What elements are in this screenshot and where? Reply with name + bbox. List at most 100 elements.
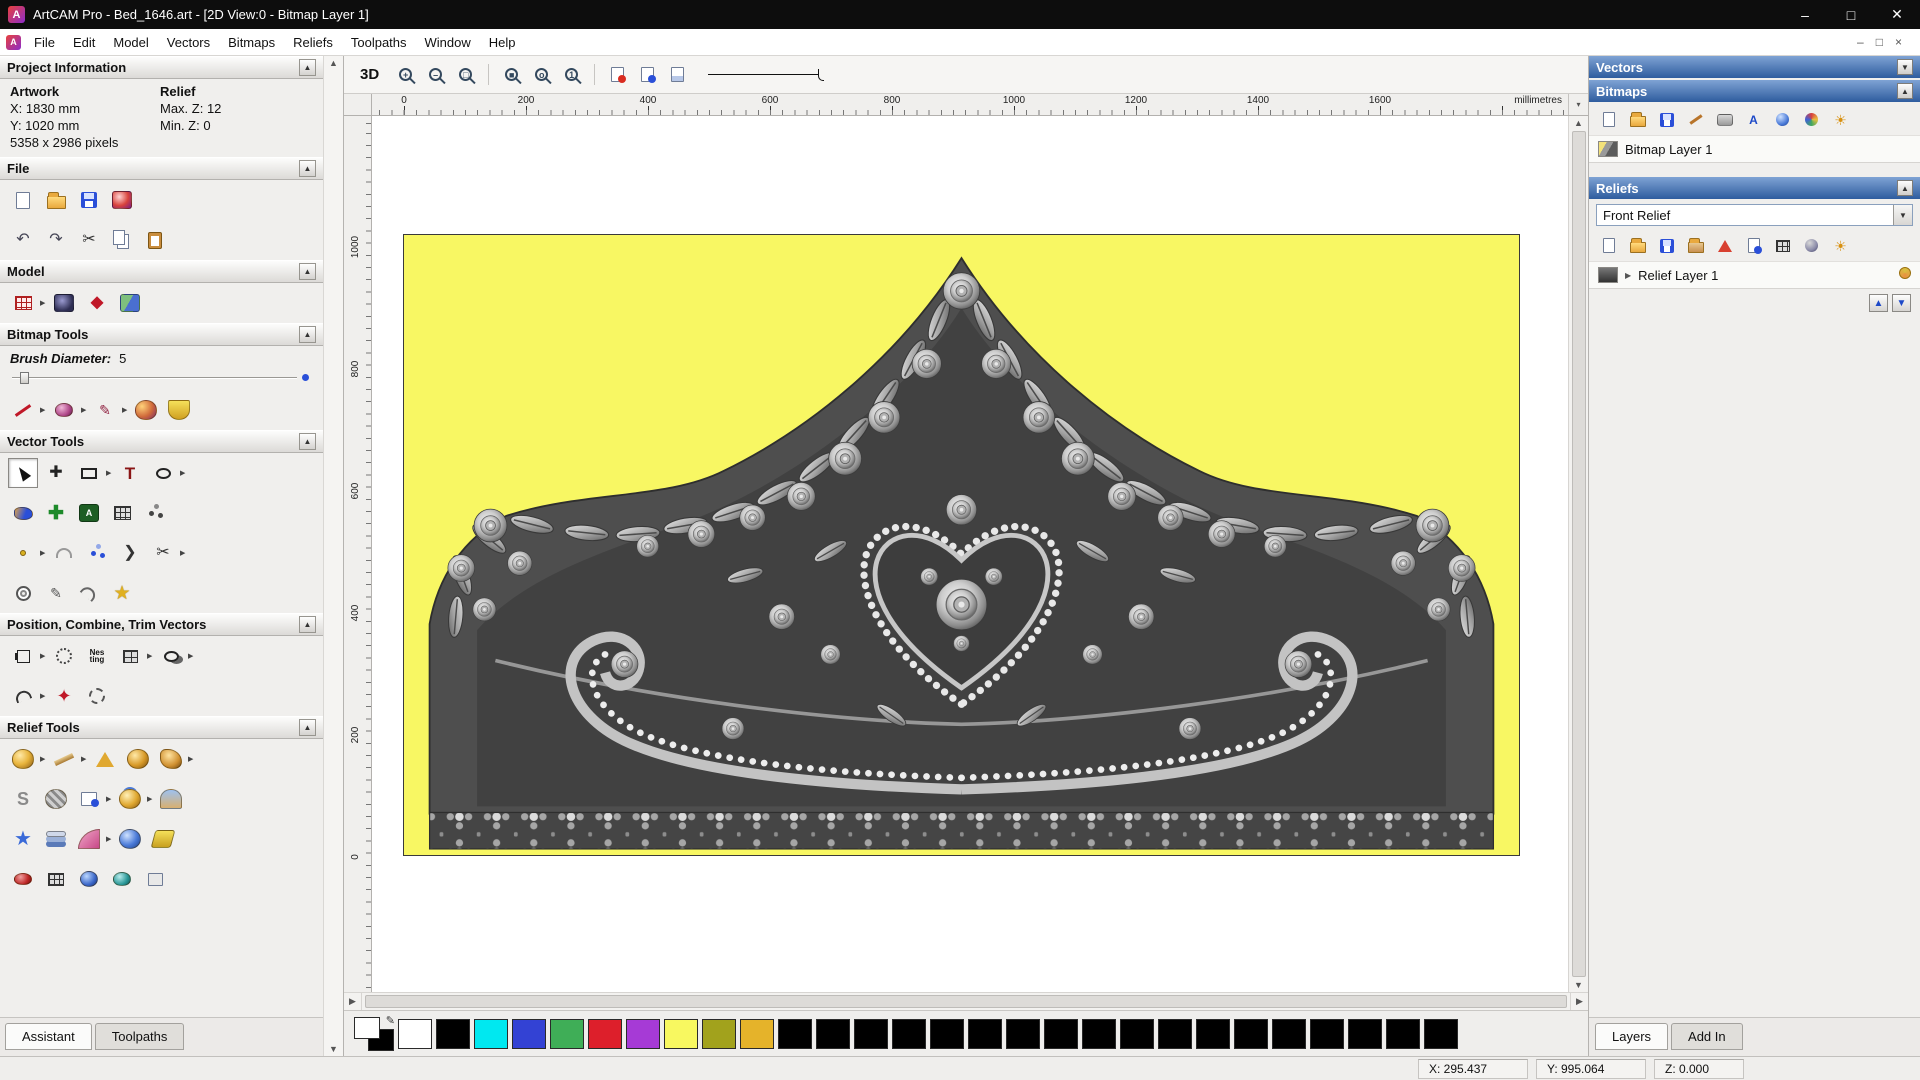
create-rectangle-icon[interactable] [74, 458, 104, 488]
relief-layer-row[interactable]: ▶ Relief Layer 1 [1589, 261, 1920, 289]
layer-colour-icon[interactable] [1899, 267, 1911, 283]
menu-toolpaths[interactable]: Toolpaths [342, 31, 416, 54]
expand-right-icon[interactable]: ▶ [1625, 271, 1631, 280]
collapse-icon[interactable]: ▲ [1897, 83, 1913, 99]
scroll-up-icon[interactable]: ▲ [1574, 118, 1583, 128]
move-layer-up-icon[interactable]: ▲ [1869, 294, 1888, 312]
mirror-model-icon[interactable]: ◆ [82, 288, 112, 318]
flyout-icon[interactable]: ▶ [40, 755, 47, 763]
flyout-icon[interactable]: ▶ [147, 795, 154, 803]
palette-swatch[interactable] [474, 1018, 508, 1049]
rotate-copy-icon[interactable] [49, 641, 79, 671]
palette-swatch[interactable] [740, 1018, 774, 1049]
brush-diameter-slider[interactable] [12, 370, 311, 386]
red-shape-icon[interactable] [8, 864, 38, 894]
open-bitmap-layer-icon[interactable] [1625, 108, 1650, 131]
layer-stack-icon[interactable] [41, 824, 71, 854]
scroll-down-icon[interactable]: ▼ [329, 1044, 338, 1054]
sphere-layer-icon[interactable] [1799, 234, 1824, 257]
cut-icon[interactable]: ✂ [74, 225, 104, 255]
palette-swatch[interactable] [1234, 1018, 1268, 1049]
palette-swatch[interactable] [930, 1018, 964, 1049]
angle-relief-icon[interactable] [90, 744, 120, 774]
drop-sphere-icon[interactable] [115, 784, 145, 814]
select-vectors-icon[interactable] [8, 458, 38, 488]
palette-swatch[interactable] [1082, 1018, 1116, 1049]
offset-relief-icon[interactable] [148, 824, 178, 854]
zoom-scale-icon[interactable]: 1 [558, 62, 585, 87]
create-star-icon[interactable]: ★ [107, 578, 137, 608]
create-cross-icon[interactable]: ✚ [41, 498, 71, 528]
preview-relief-icon[interactable] [664, 62, 691, 87]
undo-icon[interactable]: ↶ [8, 225, 38, 255]
palette-swatch[interactable] [1196, 1018, 1230, 1049]
collapse-icon[interactable]: ▲ [299, 616, 316, 633]
menu-bitmaps[interactable]: Bitmaps [219, 31, 284, 54]
create-polyline-icon[interactable] [8, 498, 38, 528]
flyout-icon[interactable]: ▶ [122, 406, 129, 414]
load-image-icon[interactable] [115, 288, 145, 318]
primary-secondary-colour[interactable]: ✎ [354, 1015, 395, 1051]
model-image[interactable] [403, 234, 1520, 856]
zoom-window-icon[interactable]: □ [452, 62, 479, 87]
flyout-icon[interactable]: ▶ [40, 652, 47, 660]
collapse-icon[interactable]: ▲ [299, 160, 316, 177]
scroll-up-icon[interactable]: ▲ [329, 58, 338, 68]
collapse-icon[interactable]: ▲ [299, 263, 316, 280]
snap-grid-icon[interactable] [107, 498, 137, 528]
scroll-thumb[interactable] [365, 995, 1567, 1008]
flyout-icon[interactable]: ▶ [106, 469, 113, 477]
palette-swatch[interactable] [1386, 1018, 1420, 1049]
texture-relief-icon[interactable] [115, 824, 145, 854]
zoom-fit-icon[interactable]: ■ [498, 62, 525, 87]
flyout-icon[interactable]: ▶ [40, 406, 47, 414]
text-layer-icon[interactable]: A [1741, 108, 1766, 131]
paint-layer-icon[interactable] [1683, 108, 1708, 131]
palette-swatch[interactable] [854, 1018, 888, 1049]
slider-handle-icon[interactable] [20, 372, 29, 384]
flyout-icon[interactable]: ▶ [147, 652, 154, 660]
collapse-icon[interactable]: ▲ [299, 433, 316, 450]
view-3d-button[interactable]: 3D [354, 65, 385, 84]
scroll-thumb[interactable] [1571, 131, 1586, 977]
maximize-icon[interactable]: □ [1828, 0, 1874, 29]
bitmap-layer-row[interactable]: Bitmap Layer 1 [1589, 135, 1920, 163]
flood-fill-icon[interactable] [164, 395, 194, 425]
create-ring-icon[interactable] [8, 578, 38, 608]
shape-editor-icon[interactable] [8, 744, 38, 774]
vertical-scrollbar[interactable]: ▲ ▼ [1568, 116, 1588, 992]
wizard-layer-icon[interactable] [1712, 234, 1737, 257]
palette-icon[interactable] [131, 395, 161, 425]
palette-swatch[interactable] [1120, 1018, 1154, 1049]
flyout-icon[interactable]: ▶ [188, 755, 195, 763]
chevron-down-icon[interactable]: ▼ [1893, 205, 1912, 225]
dome-wizard-icon[interactable] [156, 784, 186, 814]
fit-curve-icon[interactable]: ❯ [115, 538, 145, 568]
palette-swatch[interactable] [1044, 1018, 1078, 1049]
new-model-icon[interactable] [8, 185, 38, 215]
duplicate-layer-icon[interactable] [1683, 234, 1708, 257]
create-arc-icon[interactable] [49, 538, 79, 568]
teal-shape-icon[interactable] [107, 864, 137, 894]
merge-layer-icon[interactable] [1712, 108, 1737, 131]
collapse-icon[interactable]: ▲ [299, 719, 316, 736]
palette-swatch[interactable] [968, 1018, 1002, 1049]
horizontal-scrollbar[interactable]: ▶ ▶ [344, 992, 1588, 1010]
create-ellipse-icon[interactable] [148, 458, 178, 488]
zoom-in-icon[interactable]: + [392, 62, 419, 87]
menu-file[interactable]: File [25, 31, 64, 54]
set-model-size-icon[interactable] [8, 288, 38, 318]
palette-swatch[interactable] [1006, 1018, 1040, 1049]
calculate-layer-icon[interactable] [1770, 234, 1795, 257]
flyout-icon[interactable]: ▶ [180, 469, 187, 477]
scroll-down-icon[interactable]: ▼ [1574, 980, 1583, 990]
palette-swatch[interactable] [398, 1018, 432, 1049]
create-polygon-icon[interactable] [140, 498, 170, 528]
flyout-icon[interactable]: ▶ [180, 549, 187, 557]
create-text-icon[interactable]: T [115, 458, 145, 488]
palette-swatch[interactable] [816, 1018, 850, 1049]
nesting-icon[interactable]: Nes ting [82, 641, 112, 671]
redo-icon[interactable]: ↷ [41, 225, 71, 255]
palette-swatch[interactable] [512, 1018, 546, 1049]
palette-swatch[interactable] [892, 1018, 926, 1049]
